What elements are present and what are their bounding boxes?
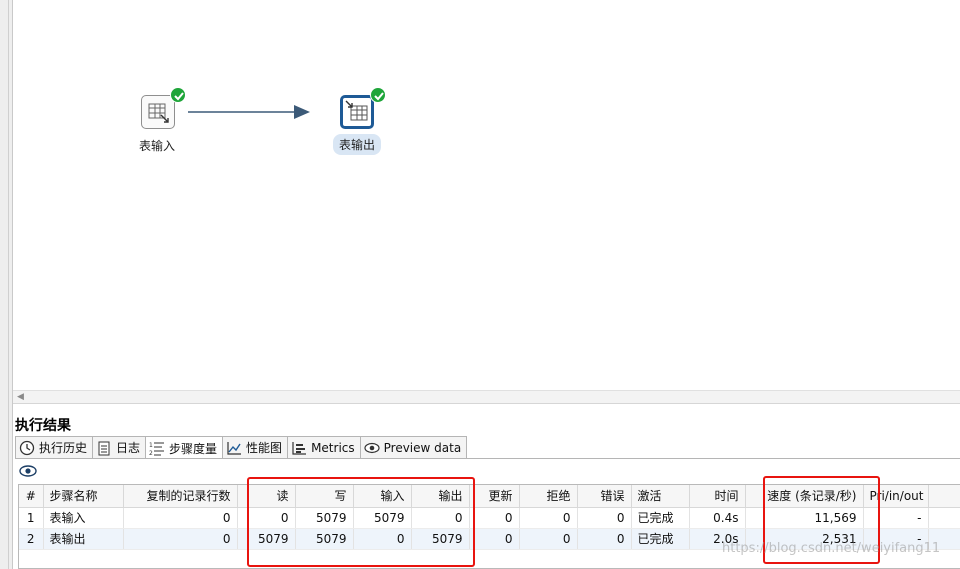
cell: 已完成 <box>631 507 690 529</box>
cell: 表输出 <box>43 528 124 550</box>
cell: 0 <box>519 507 578 529</box>
column-header[interactable]: 复制的记录行数 <box>123 485 238 508</box>
success-check-icon <box>370 87 386 103</box>
column-header[interactable]: 错误 <box>577 485 632 508</box>
column-header[interactable]: 时间 <box>689 485 746 508</box>
tab-log[interactable]: 日志 <box>92 436 147 458</box>
cell: 0 <box>577 528 632 550</box>
success-check-icon <box>170 87 186 103</box>
tab-label: Metrics <box>311 440 355 455</box>
column-header[interactable]: # <box>19 485 44 508</box>
metrics-icon <box>291 440 307 456</box>
column-header[interactable]: 步骤名称 <box>43 485 124 508</box>
tab-label: 步骤度量 <box>169 441 218 456</box>
tab-label: 执行历史 <box>39 441 88 455</box>
table-input-icon[interactable] <box>141 95 175 129</box>
performance-chart-icon <box>226 440 242 456</box>
cell: 表输入 <box>43 507 124 529</box>
history-icon <box>19 440 35 456</box>
tab-performance-chart[interactable]: 性能图 <box>222 436 289 458</box>
step-label: 表输入 <box>139 139 176 153</box>
hop-arrow[interactable] <box>188 102 314 122</box>
results-tabs: 执行历史 日志 12 步骤度量 性能图 Metrics Preview data <box>15 436 468 459</box>
cell: 0 <box>519 528 578 550</box>
column-header[interactable]: 更新 <box>469 485 520 508</box>
column-header-empty <box>928 485 960 508</box>
cell: 0 <box>123 507 238 529</box>
preview-eye-icon <box>364 440 380 456</box>
tab-divider <box>15 458 960 459</box>
cell: 0.4s <box>689 507 746 529</box>
panel-title: 执行结果 <box>15 418 71 434</box>
tab-label: 日志 <box>116 441 141 455</box>
tab-execution-history[interactable]: 执行历史 <box>15 436 94 458</box>
scroll-left-arrow-icon[interactable]: ◀ <box>17 392 24 402</box>
svg-text:1: 1 <box>149 442 153 449</box>
tab-preview-data[interactable]: Preview data <box>359 436 468 458</box>
column-header[interactable]: 拒绝 <box>519 485 578 508</box>
cell: 0 <box>469 507 520 529</box>
tab-metrics[interactable]: Metrics <box>287 436 361 458</box>
column-header[interactable]: 激活 <box>631 485 690 508</box>
cell: 0 <box>123 528 238 550</box>
cell-empty <box>928 507 960 529</box>
step-metrics-icon: 12 <box>149 440 165 457</box>
table-output-icon[interactable] <box>340 95 374 129</box>
eye-toggle-icon[interactable] <box>18 463 38 482</box>
cell: 0 <box>577 507 632 529</box>
transformation-canvas[interactable]: 表输入 表输出 <box>13 0 960 390</box>
step-label: 表输出 <box>333 134 382 155</box>
log-icon <box>96 440 112 456</box>
cell: 2 <box>19 528 44 550</box>
cell: 已完成 <box>631 528 690 550</box>
watermark-text: https://blog.csdn.net/weiyifang11 <box>722 541 941 556</box>
highlight-box-io-columns <box>247 477 475 567</box>
svg-text:2: 2 <box>149 450 153 456</box>
canvas-horizontal-scrollbar[interactable]: ◀ <box>13 390 960 404</box>
cell: 0 <box>469 528 520 550</box>
left-panel-edge <box>0 0 13 569</box>
tab-label: Preview data <box>383 440 462 455</box>
tab-step-metrics[interactable]: 12 步骤度量 <box>145 436 224 459</box>
tab-label: 性能图 <box>246 441 283 455</box>
cell: 1 <box>19 507 44 529</box>
